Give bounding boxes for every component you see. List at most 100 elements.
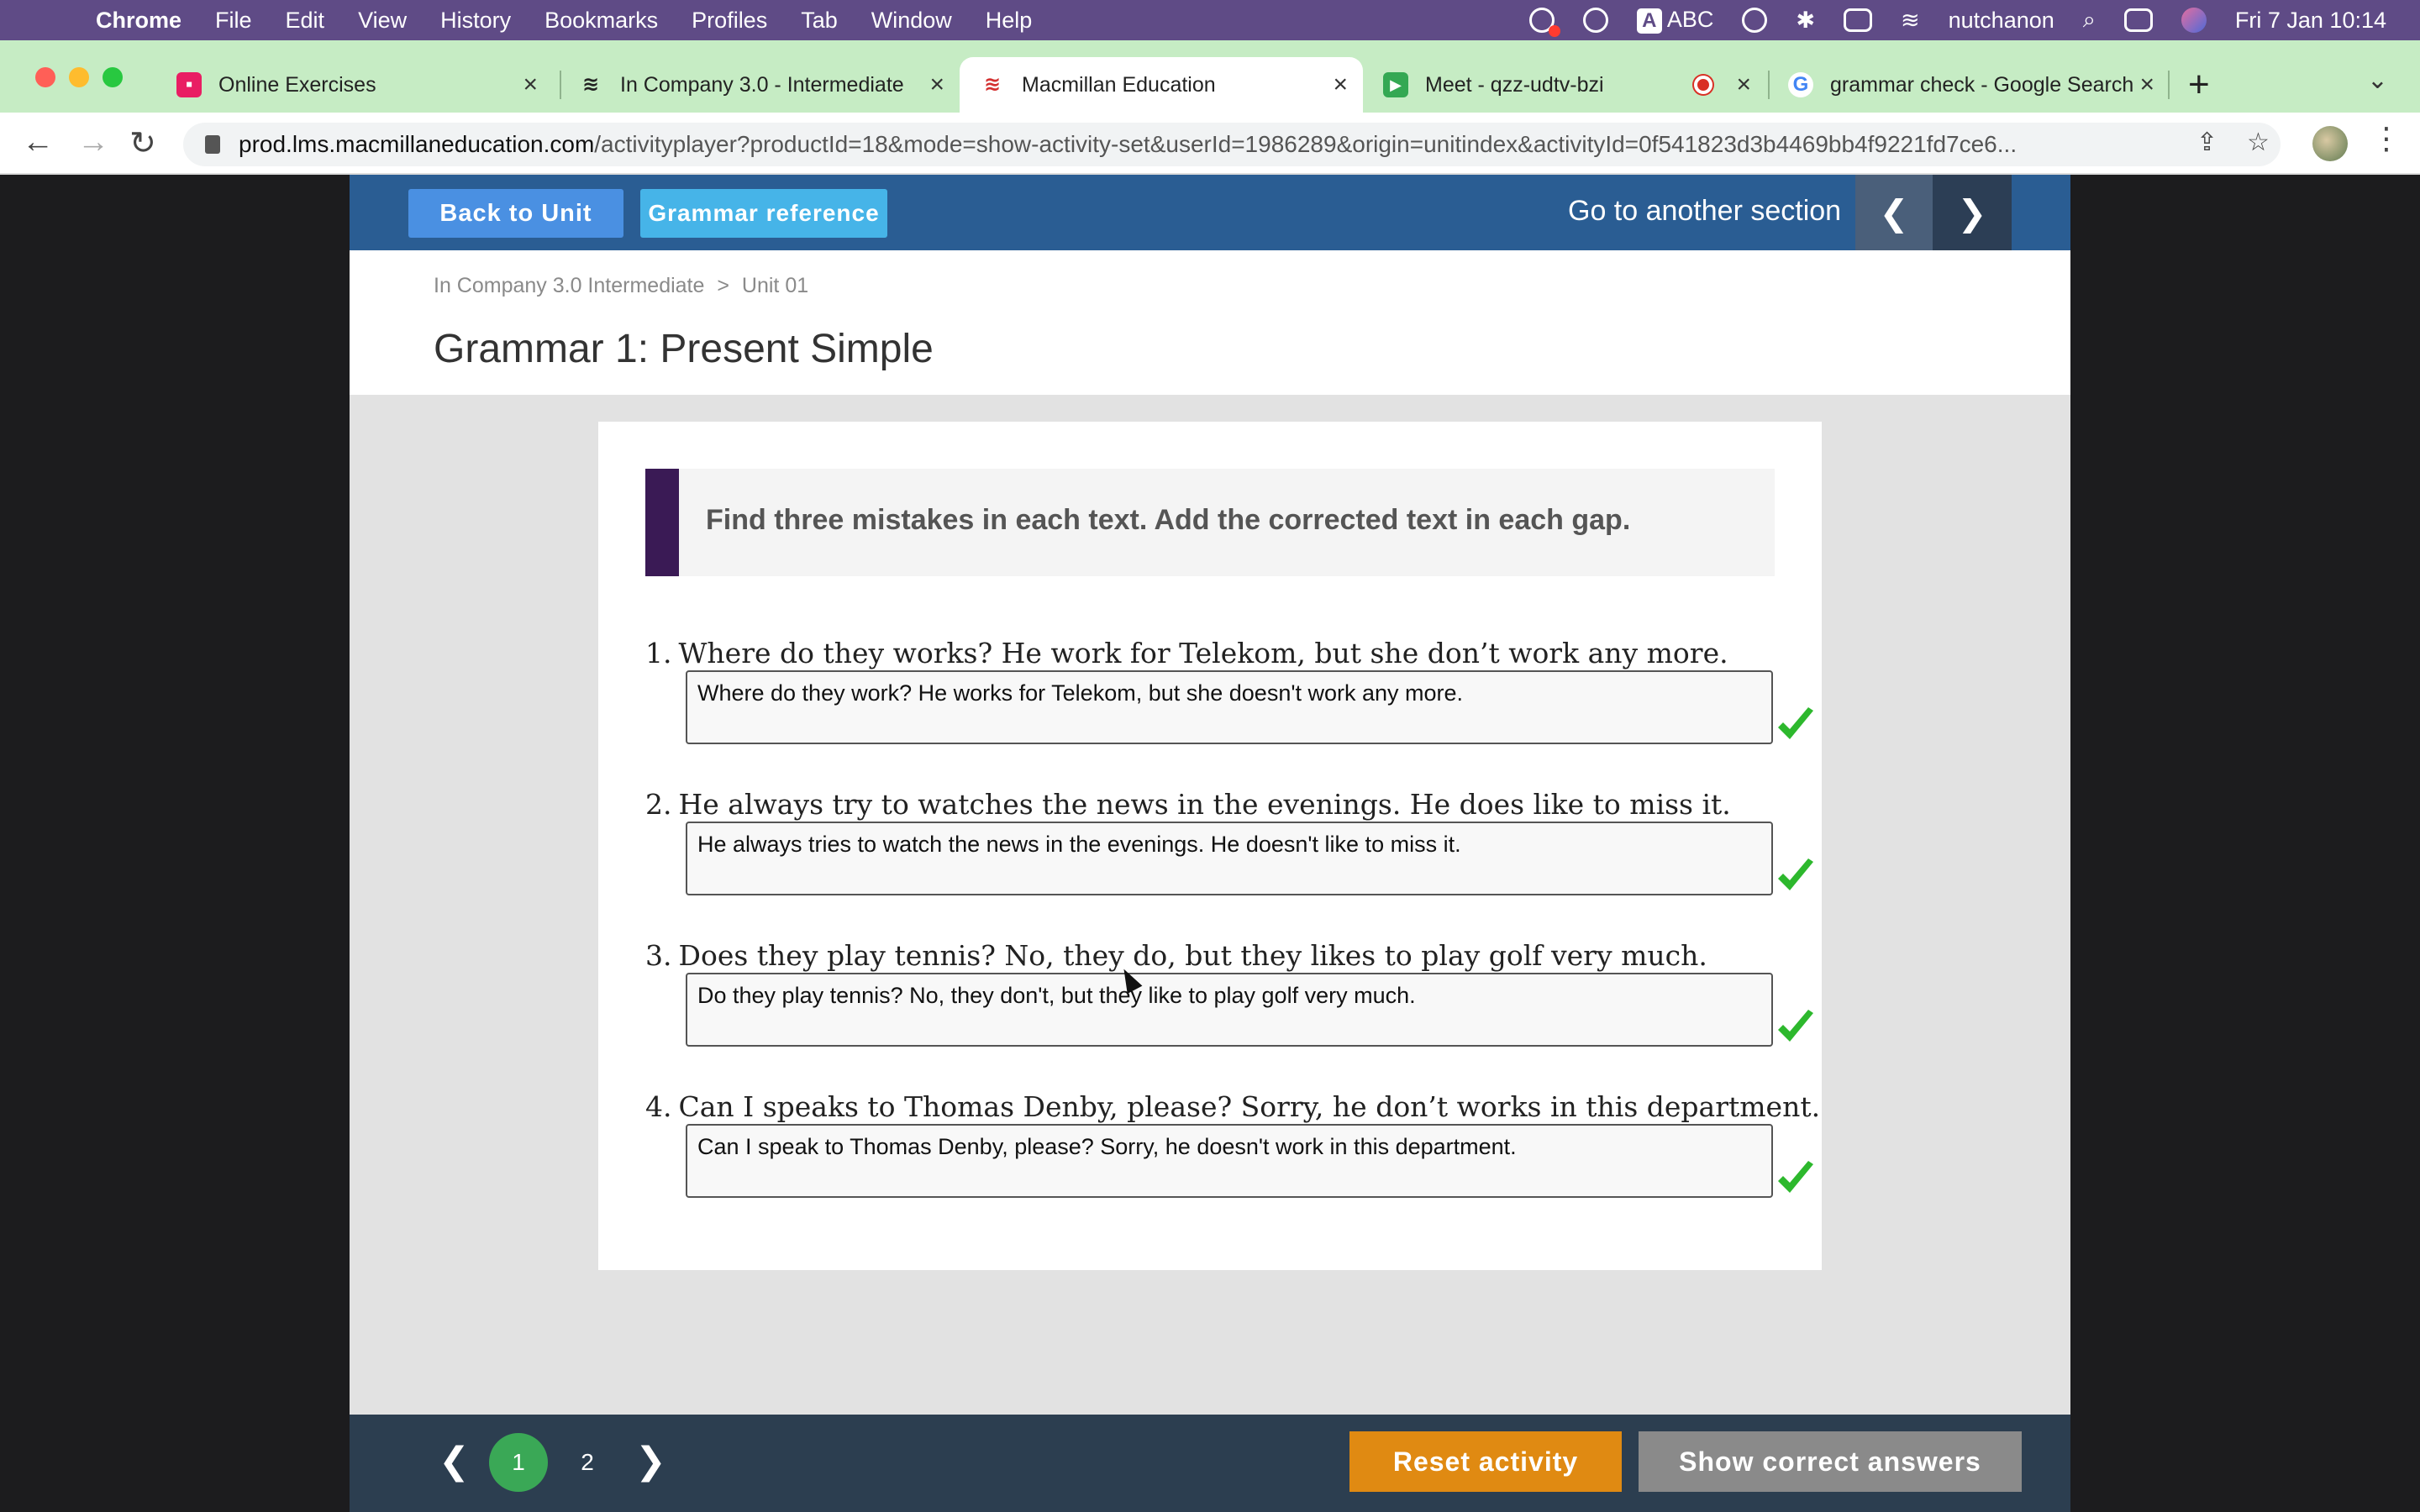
menu-user-name[interactable]: nutchanon bbox=[1949, 8, 2054, 34]
menu-clock[interactable]: Fri 7 Jan 10:14 bbox=[2235, 8, 2386, 34]
question-sentence: He always try to watches the news in the… bbox=[678, 788, 1731, 821]
menu-file[interactable]: File bbox=[215, 8, 252, 34]
question-number: 3. bbox=[645, 939, 672, 972]
menu-view[interactable]: View bbox=[358, 8, 407, 34]
profile-avatar[interactable] bbox=[2312, 126, 2348, 161]
answer-input[interactable]: Do they play tennis? No, they don't, but… bbox=[686, 973, 1773, 1047]
tab-search-chevron-icon[interactable]: ⌄ bbox=[2367, 66, 2388, 95]
menu-profiles[interactable]: Profiles bbox=[692, 8, 767, 34]
share-icon[interactable]: ⇪ bbox=[2196, 128, 2217, 157]
close-tab-icon[interactable]: × bbox=[929, 71, 944, 99]
window-minimize-button[interactable] bbox=[69, 67, 89, 87]
question-text: 4. Can I speaks to Thomas Denby, please? … bbox=[645, 1090, 1820, 1123]
classroom-icon: ▪ bbox=[176, 72, 202, 97]
macos-menu-bar: Chrome File Edit View History Bookmarks … bbox=[0, 0, 2420, 40]
tab-title: Meet - qzz-udtv-bzi bbox=[1425, 72, 1604, 97]
spotlight-search-icon[interactable]: ⌕ bbox=[2083, 7, 2096, 34]
window-zoom-button[interactable] bbox=[103, 67, 123, 87]
question-number: 2. bbox=[645, 788, 672, 821]
instructions-text: Find three mistakes in each text. Add th… bbox=[706, 504, 1631, 536]
menu-tab[interactable]: Tab bbox=[801, 8, 838, 34]
grammar-reference-button[interactable]: Grammar reference bbox=[640, 189, 887, 238]
reload-icon[interactable]: ↻ bbox=[129, 124, 156, 162]
chrome-menu-icon[interactable]: ⋮ bbox=[2371, 121, 2402, 156]
tab-title: Macmillan Education bbox=[1022, 72, 1216, 97]
browser-tab-in-company[interactable]: ≋ In Company 3.0 - Intermediate × bbox=[558, 57, 960, 113]
forward-arrow-icon[interactable]: → bbox=[77, 124, 109, 160]
menu-bar-status-area: A ABC ✱ ≋ nutchanon ⌕ Fri 7 Jan 10:14 bbox=[1528, 0, 2386, 40]
play-icon[interactable] bbox=[1582, 8, 1608, 33]
google-icon: G bbox=[1788, 72, 1813, 97]
close-tab-icon[interactable]: × bbox=[2139, 71, 2154, 99]
instructions-box: Find three mistakes in each text. Add th… bbox=[645, 469, 1775, 576]
exercise-card: Find three mistakes in each text. Add th… bbox=[598, 422, 1822, 1270]
answer-input[interactable]: Where do they work? He works for Telekom… bbox=[686, 670, 1773, 744]
input-source-label: ABC bbox=[1666, 7, 1714, 32]
siri-icon[interactable] bbox=[2181, 8, 2207, 33]
question-number: 4. bbox=[645, 1090, 672, 1123]
browser-tab-google-search[interactable]: G grammar check - Google Search × bbox=[1768, 57, 2170, 113]
activity-footer: ❮ 1 2 ❯ Reset activity Show correct answ… bbox=[350, 1415, 2070, 1512]
breadcrumb-unit[interactable]: Unit 01 bbox=[742, 274, 808, 297]
close-tab-icon[interactable]: × bbox=[523, 71, 538, 99]
url-path: /activityplayer?productId=18&mode=show-a… bbox=[594, 131, 2018, 157]
input-source[interactable]: A ABC bbox=[1636, 7, 1714, 34]
breadcrumb-separator: > bbox=[717, 274, 729, 297]
question-sentence: Where do they works? He work for Telekom… bbox=[678, 637, 1728, 669]
airdrop-icon[interactable] bbox=[1742, 8, 1768, 33]
menu-window[interactable]: Window bbox=[871, 8, 952, 34]
chevron-right-icon: ❯ bbox=[1957, 192, 1987, 233]
close-tab-icon[interactable]: × bbox=[1736, 71, 1751, 99]
screen-recording-icon[interactable] bbox=[1528, 8, 1560, 37]
browser-tab-strip: ▪ Online Exercises × ≋ In Company 3.0 - … bbox=[0, 40, 2420, 113]
page-1-button[interactable]: 1 bbox=[489, 1433, 548, 1492]
answer-input[interactable]: He always tries to watch the news in the… bbox=[686, 822, 1773, 895]
macmillan-icon: ≋ bbox=[983, 73, 1002, 96]
browser-toolbar: ← → ↻ prod.lms.macmillaneducation.com/ac… bbox=[0, 113, 2420, 175]
address-bar[interactable]: prod.lms.macmillaneducation.com/activity… bbox=[183, 123, 2281, 166]
checkmark-icon bbox=[1778, 858, 1813, 890]
input-source-icon: A bbox=[1636, 8, 1662, 34]
browser-tab-online-exercises[interactable]: ▪ Online Exercises × bbox=[156, 57, 553, 113]
control-center-icon[interactable] bbox=[2123, 8, 2153, 32]
show-correct-answers-button[interactable]: Show correct answers bbox=[1639, 1431, 2022, 1492]
page-2-button[interactable]: 2 bbox=[566, 1433, 608, 1492]
battery-icon[interactable] bbox=[1844, 8, 1873, 32]
checkmark-icon bbox=[1778, 1010, 1813, 1042]
breadcrumb-course[interactable]: In Company 3.0 Intermediate bbox=[434, 274, 704, 297]
back-to-unit-button[interactable]: Back to Unit bbox=[408, 189, 623, 238]
next-section-button[interactable]: ❯ bbox=[1933, 175, 2012, 250]
menu-app-name[interactable]: Chrome bbox=[96, 8, 182, 34]
previous-page-icon[interactable]: ❮ bbox=[439, 1440, 470, 1483]
tab-title: grammar check - Google Search bbox=[1830, 72, 2134, 97]
wifi-icon[interactable]: ≋ bbox=[1901, 8, 1920, 34]
menu-edit[interactable]: Edit bbox=[286, 8, 325, 34]
browser-tab-meet[interactable]: ▶ Meet - qzz-udtv-bzi × bbox=[1363, 57, 1766, 113]
question-sentence: Does they play tennis? No, they do, but … bbox=[678, 939, 1707, 972]
tab-title: In Company 3.0 - Intermediate bbox=[620, 72, 904, 97]
browser-tab-macmillan-education[interactable]: ≋ Macmillan Education × bbox=[960, 57, 1363, 113]
lock-icon[interactable] bbox=[205, 135, 220, 154]
page-title: Grammar 1: Present Simple bbox=[434, 327, 934, 371]
question-sentence: Can I speaks to Thomas Denby, please? So… bbox=[678, 1090, 1821, 1123]
reset-activity-button[interactable]: Reset activity bbox=[1349, 1431, 1622, 1492]
menu-bookmarks[interactable]: Bookmarks bbox=[544, 8, 658, 34]
bookmark-star-icon[interactable]: ☆ bbox=[2247, 128, 2270, 157]
new-tab-button[interactable]: + bbox=[2188, 64, 2210, 106]
back-arrow-icon[interactable]: ← bbox=[22, 124, 54, 160]
answer-input[interactable]: Can I speak to Thomas Denby, please? Sor… bbox=[686, 1124, 1773, 1198]
previous-section-button[interactable]: ❮ bbox=[1855, 175, 1933, 250]
address-bar-url[interactable]: prod.lms.macmillaneducation.com/activity… bbox=[239, 131, 2171, 158]
close-tab-icon[interactable]: × bbox=[1333, 71, 1348, 99]
chevron-left-icon: ❮ bbox=[1879, 192, 1909, 233]
window-close-button[interactable] bbox=[35, 67, 55, 87]
menu-history[interactable]: History bbox=[440, 8, 511, 34]
question-text: 1. Where do they works? He work for Telek… bbox=[645, 637, 1728, 669]
next-page-icon[interactable]: ❯ bbox=[635, 1440, 666, 1483]
menu-help[interactable]: Help bbox=[986, 8, 1033, 34]
url-host: prod.lms.macmillaneducation.com bbox=[239, 131, 595, 157]
bluetooth-icon[interactable]: ✱ bbox=[1796, 8, 1815, 34]
macmillan-icon: ≋ bbox=[581, 73, 600, 96]
breadcrumb: In Company 3.0 Intermediate > Unit 01 bbox=[434, 274, 808, 298]
instructions-accent-bar bbox=[645, 469, 679, 576]
